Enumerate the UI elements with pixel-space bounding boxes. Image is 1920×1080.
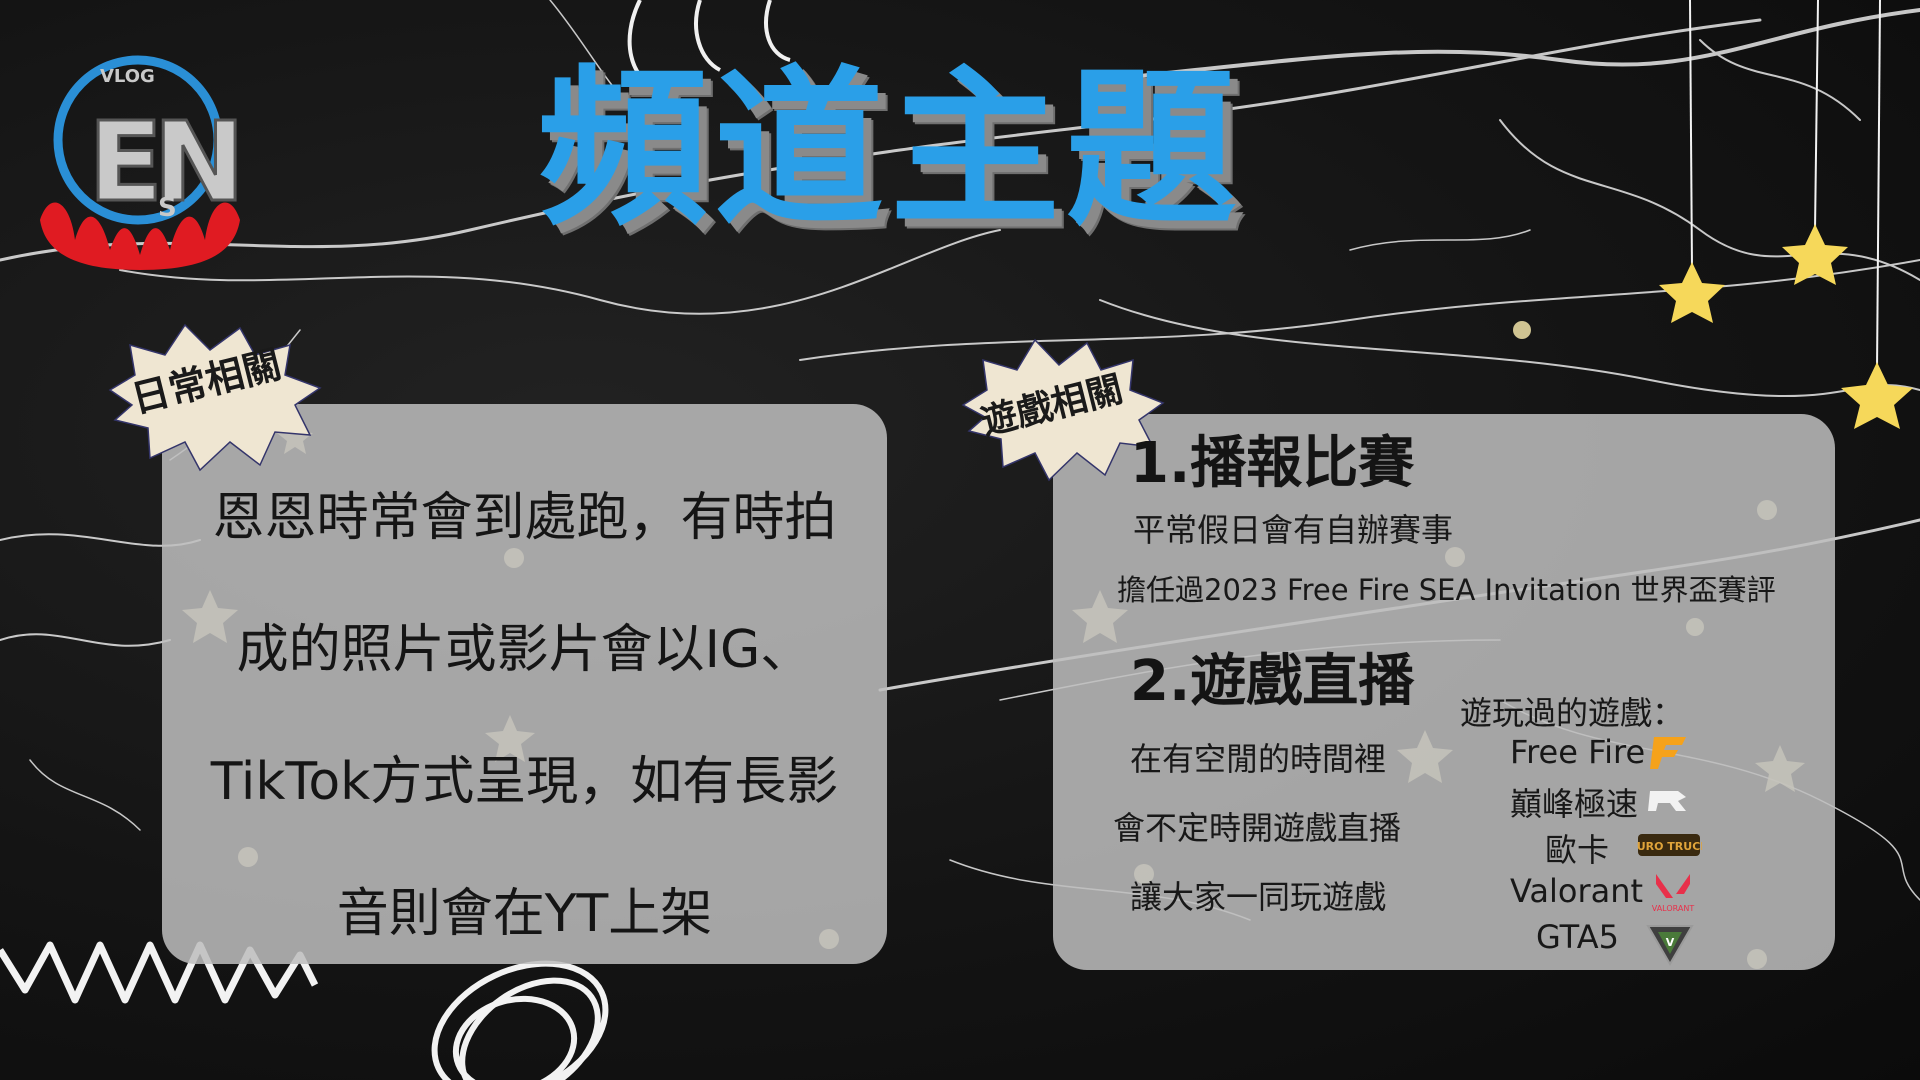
commentary-line-2: 擔任過2023 Free Fire SEA Invitation 世界盃賽評 <box>1117 573 1776 607</box>
stream-line-2: 會不定時開遊戲直播 <box>1113 809 1402 847</box>
game-name-racing-master: 巔峰極速 <box>1510 785 1639 823</box>
euro-truck-icon: EURO TRUCK <box>1636 834 1702 856</box>
racing-master-icon <box>1648 791 1686 811</box>
daily-description: 恩恩時常會到處跑，有時拍 成的照片或影片會以IG、 TikTok方式呈現，如有長… <box>162 452 887 980</box>
stream-line-1: 在有空閒的時間裡 <box>1130 740 1387 778</box>
page-title: 頻道主題 <box>537 51 1242 249</box>
stream-line-3: 讓大家一同玩遊戲 <box>1130 878 1387 916</box>
channel-logo: EN VLOG S <box>40 55 247 270</box>
game-name-valorant: Valorant <box>1510 872 1644 910</box>
game-name-gta5: GTA5 <box>1536 918 1619 956</box>
svg-text:EURO TRUCK: EURO TRUCK <box>1636 840 1702 853</box>
games-title: 遊玩過的遊戲： <box>1460 694 1685 732</box>
daily-line-1: 恩恩時常會到處跑，有時拍 <box>212 488 837 548</box>
daily-line-3: TikTok方式呈現，如有長影 <box>210 752 839 812</box>
heading-livestream: 2.遊戲直播 <box>1130 649 1415 714</box>
daily-line-2: 成的照片或影片會以IG、 <box>236 620 813 680</box>
daily-line-4: 音則會在YT上架 <box>336 884 713 944</box>
logo-vlog: VLOG <box>100 66 155 87</box>
commentary-line-1: 平常假日會有自辦賽事 <box>1133 511 1454 549</box>
svg-text:VALORANT: VALORANT <box>1652 904 1695 913</box>
free-fire-icon <box>1650 737 1686 769</box>
svg-text:V: V <box>1666 936 1675 949</box>
logo-s: S <box>158 193 177 223</box>
game-name-free-fire: Free Fire <box>1510 733 1646 771</box>
game-name-euro-truck: 歐卡 <box>1545 831 1610 869</box>
valorant-icon: VALORANT <box>1652 874 1695 913</box>
heading-commentary: 1.播報比賽 <box>1130 431 1415 496</box>
slide: EN VLOG S 頻道主題 日常相關 恩恩時常會到處跑，有時拍 成的照片或影片… <box>0 0 1920 1080</box>
gta5-icon: V <box>1646 925 1694 966</box>
